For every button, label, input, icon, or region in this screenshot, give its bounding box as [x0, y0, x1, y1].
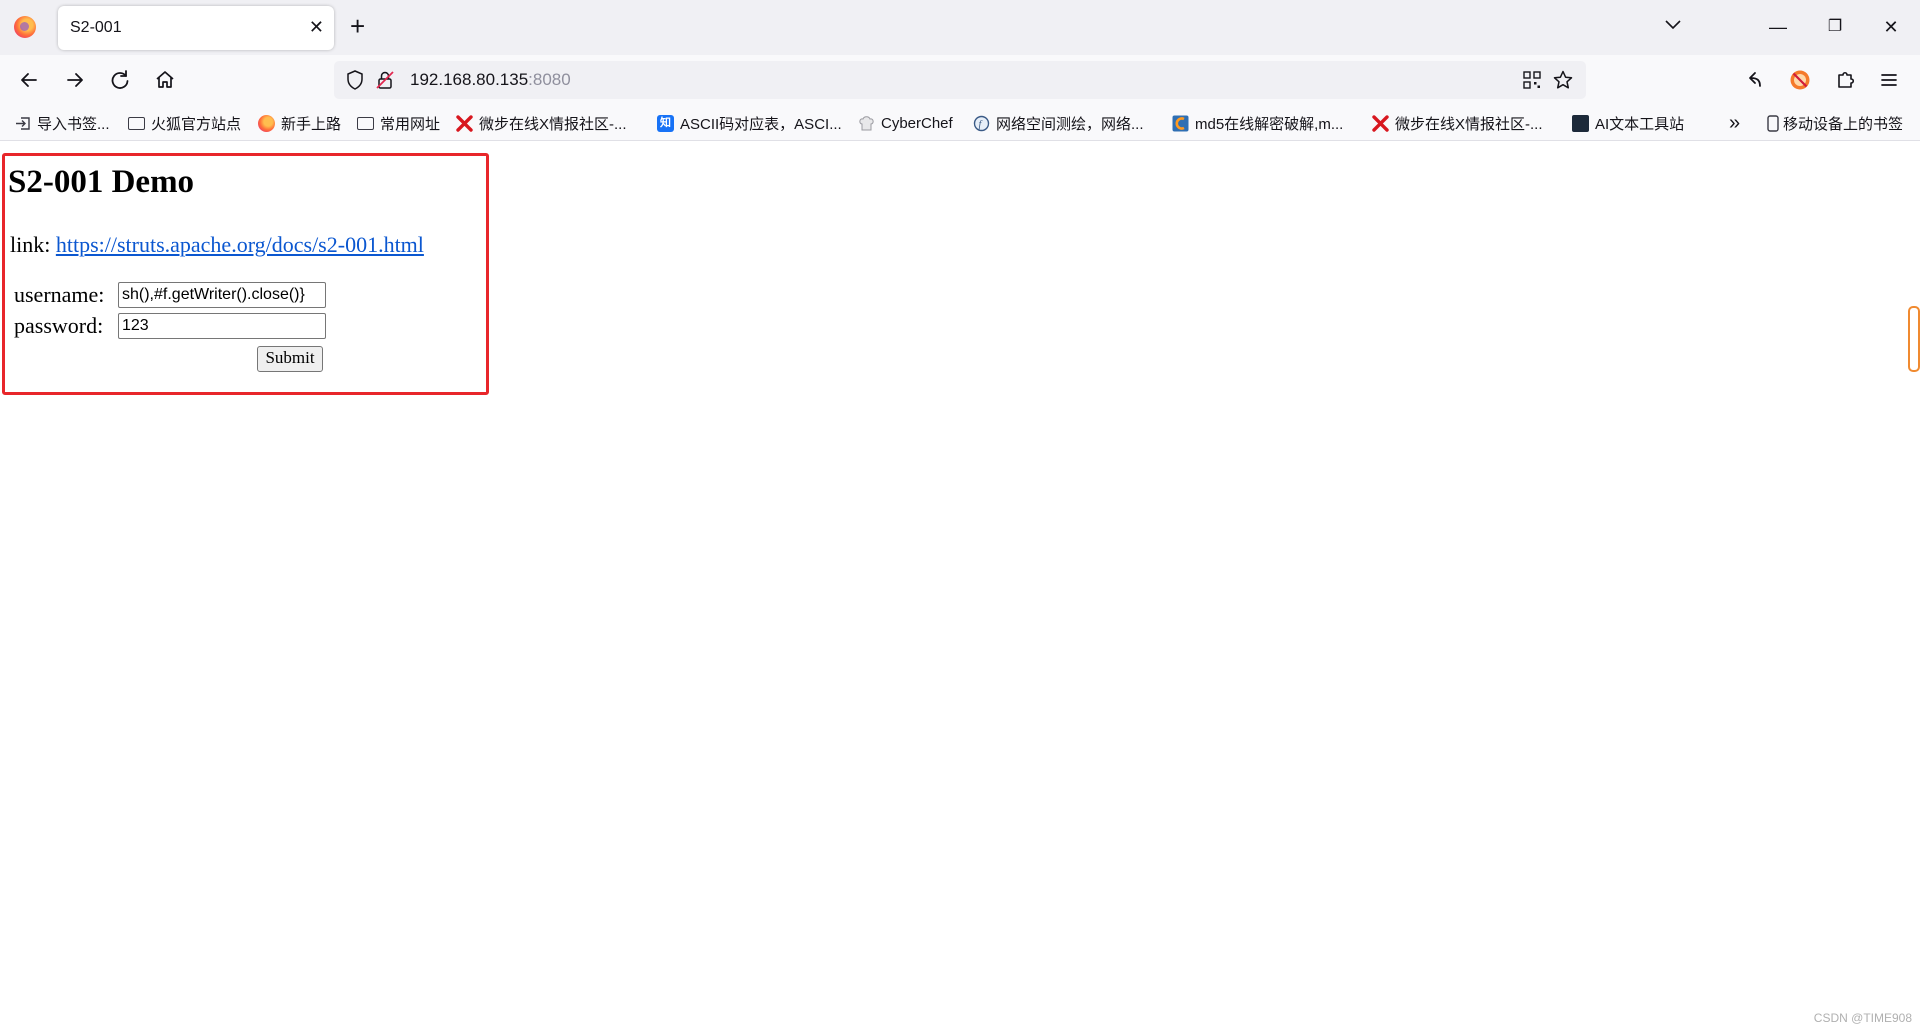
bookmark-fofa[interactable]: f 网络空间测绘，网络...: [973, 112, 1144, 134]
forward-icon[interactable]: [60, 65, 90, 95]
home-icon[interactable]: [150, 65, 180, 95]
url-port: :8080: [528, 70, 571, 89]
reload-icon[interactable]: [105, 65, 135, 95]
firefox-logo-icon: [14, 16, 36, 38]
back-history-icon[interactable]: [1740, 65, 1770, 95]
bookmark-label: md5在线解密破解,m...: [1195, 115, 1344, 133]
bookmark-md5[interactable]: md5在线解密破解,m...: [1172, 112, 1343, 134]
username-label: username:: [14, 282, 105, 307]
submit-button[interactable]: Submit: [257, 346, 323, 372]
insecure-lock-icon[interactable]: [374, 69, 396, 91]
fofa-icon: f: [973, 115, 990, 131]
extensions-puzzle-icon[interactable]: [1830, 65, 1860, 95]
restore-button[interactable]: ❐: [1821, 14, 1849, 42]
navigation-toolbar: 192.168.80.135:8080: [0, 55, 1920, 105]
active-tab[interactable]: S2-001 ✕: [58, 6, 334, 50]
tab-close-icon[interactable]: ✕: [309, 17, 324, 37]
bookmark-label: CyberChef: [881, 114, 953, 132]
back-icon[interactable]: [14, 65, 44, 95]
bookmarks-overflow-button[interactable]: »: [1729, 112, 1740, 134]
tracking-protection-shield-icon[interactable]: [344, 69, 366, 91]
qr-code-icon[interactable]: [1522, 70, 1542, 90]
bookmark-mobile[interactable]: 移动设备上的书签: [1767, 112, 1903, 134]
link-line: link: https://struts.apache.org/docs/s2-…: [10, 232, 424, 258]
bookmark-label: 微步在线X情报社区-...: [1395, 115, 1543, 133]
tab-strip: S2-001 ✕ + — ❐ ✕: [0, 0, 1920, 55]
page-title: S2-001 Demo: [8, 164, 195, 200]
bookmark-label: 移动设备上的书签: [1783, 115, 1904, 133]
zhihu-icon: 知: [657, 114, 674, 132]
username-input[interactable]: sh(),#f.getWriter().close()}: [118, 282, 326, 308]
password-input[interactable]: 123: [118, 313, 326, 339]
folder-icon: [128, 116, 145, 130]
bookmark-folder-common[interactable]: 常用网址: [357, 112, 440, 134]
url-host: 192.168.80.135: [410, 70, 529, 89]
bookmark-label: 微步在线X情报社区-...: [479, 115, 627, 133]
firefox-icon: [258, 114, 275, 132]
bookmark-label: 导入书签...: [37, 115, 110, 133]
cyberchef-icon: [859, 115, 874, 130]
threatbook-icon: [1372, 114, 1389, 132]
bookmark-ai-tool[interactable]: AI文本工具站: [1572, 112, 1684, 134]
bookmark-label: 火狐官方站点: [151, 115, 242, 133]
new-tab-button[interactable]: +: [350, 12, 365, 40]
bookmark-star-icon[interactable]: [1552, 69, 1574, 91]
bookmark-folder-firefox[interactable]: 火狐官方站点: [128, 112, 241, 134]
bookmark-label: 网络空间测绘，网络...: [996, 115, 1144, 133]
scrollbar-thumb[interactable]: [1908, 306, 1920, 372]
ai-tool-icon: [1572, 114, 1589, 132]
bookmark-ascii-table[interactable]: 知 ASCII码对应表，ASCI...: [657, 112, 842, 134]
folder-icon: [357, 116, 374, 130]
mobile-device-icon: [1767, 114, 1779, 132]
minimize-button[interactable]: —: [1764, 14, 1792, 42]
extension-blocked-icon[interactable]: [1785, 65, 1815, 95]
import-icon: [16, 116, 30, 130]
struts-docs-link[interactable]: https://struts.apache.org/docs/s2-001.ht…: [56, 232, 424, 257]
bookmark-threatbook-2[interactable]: 微步在线X情报社区-...: [1372, 112, 1543, 134]
bookmark-label: ASCII码对应表，ASCI...: [680, 115, 842, 133]
bookmark-import[interactable]: 导入书签...: [14, 112, 110, 134]
bookmark-label: 常用网址: [380, 115, 441, 133]
link-label: link:: [10, 232, 56, 257]
url-text[interactable]: 192.168.80.135:8080: [410, 70, 571, 90]
threatbook-icon: [456, 114, 473, 132]
password-label: password:: [14, 313, 104, 338]
close-window-button[interactable]: ✕: [1877, 14, 1905, 42]
md5-icon: [1172, 115, 1189, 131]
bookmark-cyberchef[interactable]: CyberChef: [858, 112, 953, 134]
bookmark-label: 新手上路: [281, 115, 342, 133]
app-menu-icon[interactable]: [1874, 65, 1904, 95]
list-all-tabs-icon[interactable]: [1662, 14, 1684, 36]
bookmark-getting-started[interactable]: 新手上路: [258, 112, 341, 134]
tab-title: S2-001: [70, 19, 122, 36]
watermark: CSDN @TIME908: [1813, 1011, 1912, 1025]
address-bar[interactable]: 192.168.80.135:8080: [334, 61, 1586, 99]
bookmarks-toolbar: 导入书签... 火狐官方站点 新手上路 常用网址 微步在线X情报社区-... 知…: [0, 105, 1920, 141]
bookmark-label: AI文本工具站: [1595, 115, 1685, 133]
bookmark-threatbook-1[interactable]: 微步在线X情报社区-...: [456, 112, 627, 134]
